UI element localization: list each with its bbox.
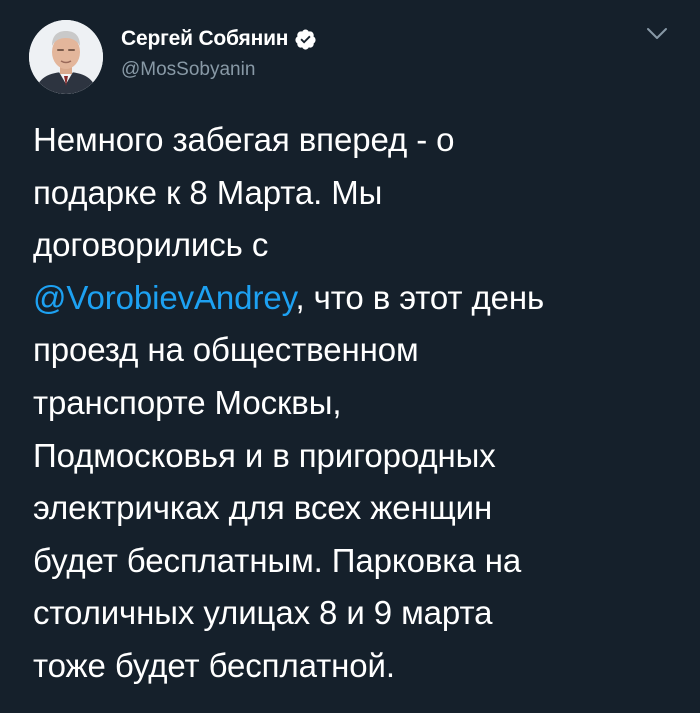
tweet-line: проезд на общественном xyxy=(33,331,419,369)
chevron-down-icon[interactable] xyxy=(646,27,668,41)
tweet-card: Сергей Собянин @MosSobyanin Немного забе… xyxy=(0,0,700,713)
verified-badge-icon xyxy=(294,28,317,51)
tweet-line: договорились с xyxy=(33,226,269,264)
tweet-line: столичных улицах 8 и 9 марта xyxy=(33,594,493,632)
mention-tail: , что в этот день xyxy=(295,278,545,316)
tweet-line: Немного забегая вперед - о xyxy=(33,121,455,158)
tweet-text: Немного забегая вперед - о подарке к 8 М… xyxy=(33,114,673,693)
profile-photo xyxy=(29,20,103,94)
display-name[interactable]: Сергей Собянин xyxy=(121,27,288,51)
tweet-line-with-mention: @VorobievAndrey, что в этот день xyxy=(33,272,673,325)
tweet-line: тоже будет бесплатной. xyxy=(33,646,395,684)
mention-link[interactable]: @VorobievAndrey xyxy=(33,279,296,316)
author-block: Сергей Собянин @MosSobyanin xyxy=(121,25,317,81)
tweet-line: электричках для всех женщин xyxy=(33,489,493,527)
tweet-line: Подмосковья и в пригородных xyxy=(33,436,496,474)
tweet-line: подарке к 8 Марта. Мы xyxy=(33,173,383,211)
tweet-line: транспорте Москвы, xyxy=(33,383,342,421)
handle[interactable]: @MosSobyanin xyxy=(121,59,317,81)
avatar[interactable] xyxy=(29,20,103,94)
name-row: Сергей Собянин xyxy=(121,25,317,53)
tweet-line: будет бесплатным. Парковка на xyxy=(33,541,522,579)
